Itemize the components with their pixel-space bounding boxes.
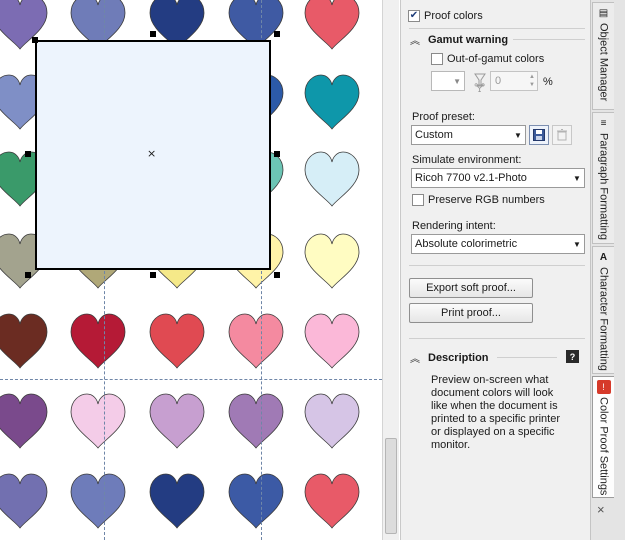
proof-colors-checkbox[interactable]: ✔	[408, 10, 420, 22]
out-of-gamut-checkbox[interactable]	[431, 53, 443, 65]
heart-shape[interactable]	[149, 313, 205, 369]
heart-shape[interactable]	[304, 313, 360, 369]
selection-handle[interactable]	[25, 272, 31, 278]
character-icon: A	[599, 251, 608, 263]
heart-shape[interactable]	[0, 393, 48, 449]
divider	[409, 338, 585, 339]
dropdown-arrow-icon: ▼	[573, 239, 581, 249]
heart-shape[interactable]	[0, 473, 48, 529]
preserve-rgb-checkbox[interactable]	[412, 194, 424, 206]
help-icon[interactable]: ?	[566, 350, 579, 363]
tab-object-manager[interactable]: ▤ Object Manager	[592, 2, 614, 110]
heart-shape[interactable]	[228, 393, 284, 449]
simulate-environment-value: Ricoh 7700 v2.1-Photo	[415, 172, 527, 184]
selection-handle[interactable]	[274, 151, 280, 157]
gamut-warning-title: Gamut warning	[428, 33, 509, 46]
divider	[497, 357, 557, 358]
heart-shape[interactable]	[0, 313, 48, 369]
description-header[interactable]: ︽ Description	[410, 350, 489, 366]
percent-label: %	[543, 76, 553, 88]
heart-shape[interactable]	[228, 313, 284, 369]
selection-handle[interactable]	[25, 151, 31, 157]
opacity-icon-backdrop	[474, 72, 486, 88]
rendering-intent-value: Absolute colorimetric	[415, 238, 518, 250]
heart-shape[interactable]	[228, 473, 284, 529]
paragraph-icon: ≡	[600, 117, 607, 129]
gamut-color-picker[interactable]: ▼	[431, 71, 465, 91]
dropdown-arrow-icon: ▼	[453, 76, 461, 86]
print-proof-button[interactable]: Print proof...	[409, 303, 533, 323]
spinner-arrows-icon[interactable]: ▲ ▼	[527, 73, 537, 89]
heart-shape[interactable]	[70, 313, 126, 369]
heart-shape[interactable]	[149, 473, 205, 529]
tab-character-formatting[interactable]: A Character Formatting	[592, 246, 614, 374]
heart-shape[interactable]	[304, 151, 360, 207]
scrollbar-thumb[interactable]	[385, 438, 397, 534]
save-icon	[533, 129, 545, 141]
dropdown-arrow-icon: ▼	[514, 130, 522, 140]
selection-handle[interactable]	[274, 31, 280, 37]
object-manager-icon: ▤	[598, 7, 609, 19]
rendering-intent-dropdown[interactable]: Absolute colorimetric ▼	[411, 234, 585, 254]
tab-label: Object Manager	[597, 23, 610, 102]
heart-shape[interactable]	[70, 473, 126, 529]
opacity-spinbox[interactable]: 0 ▲ ▼	[490, 71, 538, 91]
docker-tab-strip: ▤ Object Manager ≡ Paragraph Formatting …	[590, 0, 625, 540]
collapse-chevron-icon[interactable]: ︽	[410, 32, 422, 47]
description-title: Description	[428, 351, 489, 364]
save-preset-button[interactable]	[529, 125, 549, 145]
selection-handle[interactable]	[274, 272, 280, 278]
heart-shape[interactable]	[304, 233, 360, 289]
tab-label: Character Formatting	[597, 267, 610, 371]
guideline-horizontal[interactable]	[0, 379, 382, 380]
color-proof-icon: !	[596, 380, 611, 394]
divider	[513, 39, 585, 40]
opacity-value: 0	[495, 75, 502, 87]
rendering-intent-label: Rendering intent:	[412, 220, 496, 232]
preserve-rgb-label: Preserve RGB numbers	[428, 194, 545, 206]
heart-shape[interactable]	[70, 393, 126, 449]
delete-preset-button[interactable]	[552, 125, 572, 145]
close-docker-icon[interactable]: ×	[597, 502, 605, 517]
color-proof-settings-panel: ✔ Proof colors ︽ Gamut warning Out-of-ga…	[400, 0, 590, 540]
out-of-gamut-label: Out-of-gamut colors	[447, 53, 545, 65]
drawing-canvas[interactable]: ×	[0, 0, 382, 540]
proof-preset-dropdown[interactable]: Custom ▼	[411, 125, 526, 145]
trash-icon	[557, 129, 567, 141]
heart-shape[interactable]	[304, 74, 360, 130]
description-text: Preview on-screen what document colors w…	[431, 374, 561, 451]
divider	[409, 28, 585, 29]
tab-color-proof-settings[interactable]: ! Color Proof Settings	[592, 376, 614, 498]
heart-shape[interactable]	[149, 393, 205, 449]
simulate-environment-label: Simulate environment:	[412, 154, 522, 166]
proof-colors-row[interactable]: ✔ Proof colors	[408, 10, 483, 22]
tab-paragraph-formatting[interactable]: ≡ Paragraph Formatting	[592, 112, 614, 244]
selection-handle[interactable]	[150, 31, 156, 37]
proof-preset-value: Custom	[415, 129, 453, 141]
proof-preset-label: Proof preset:	[412, 111, 475, 123]
dropdown-arrow-icon: ▼	[573, 173, 581, 183]
export-soft-proof-button[interactable]: Export soft proof...	[409, 278, 533, 298]
heart-shape[interactable]	[304, 0, 360, 50]
tab-label: Paragraph Formatting	[597, 133, 610, 240]
proof-colors-label: Proof colors	[424, 10, 483, 22]
gamut-warning-header[interactable]: ︽ Gamut warning	[410, 32, 509, 48]
out-of-gamut-row[interactable]: Out-of-gamut colors	[431, 53, 544, 65]
divider	[409, 265, 585, 266]
center-marker-icon[interactable]: ×	[147, 148, 156, 159]
preserve-rgb-row[interactable]: Preserve RGB numbers	[412, 194, 545, 206]
heart-shape[interactable]	[304, 473, 360, 529]
collapse-chevron-icon[interactable]: ︽	[410, 350, 422, 365]
selection-handle[interactable]	[150, 272, 156, 278]
vertical-scrollbar[interactable]	[382, 0, 399, 540]
tab-label: Color Proof Settings	[597, 397, 610, 496]
heart-shape[interactable]	[304, 393, 360, 449]
simulate-environment-dropdown[interactable]: Ricoh 7700 v2.1-Photo ▼	[411, 168, 585, 188]
selection-handle[interactable]	[32, 37, 38, 43]
